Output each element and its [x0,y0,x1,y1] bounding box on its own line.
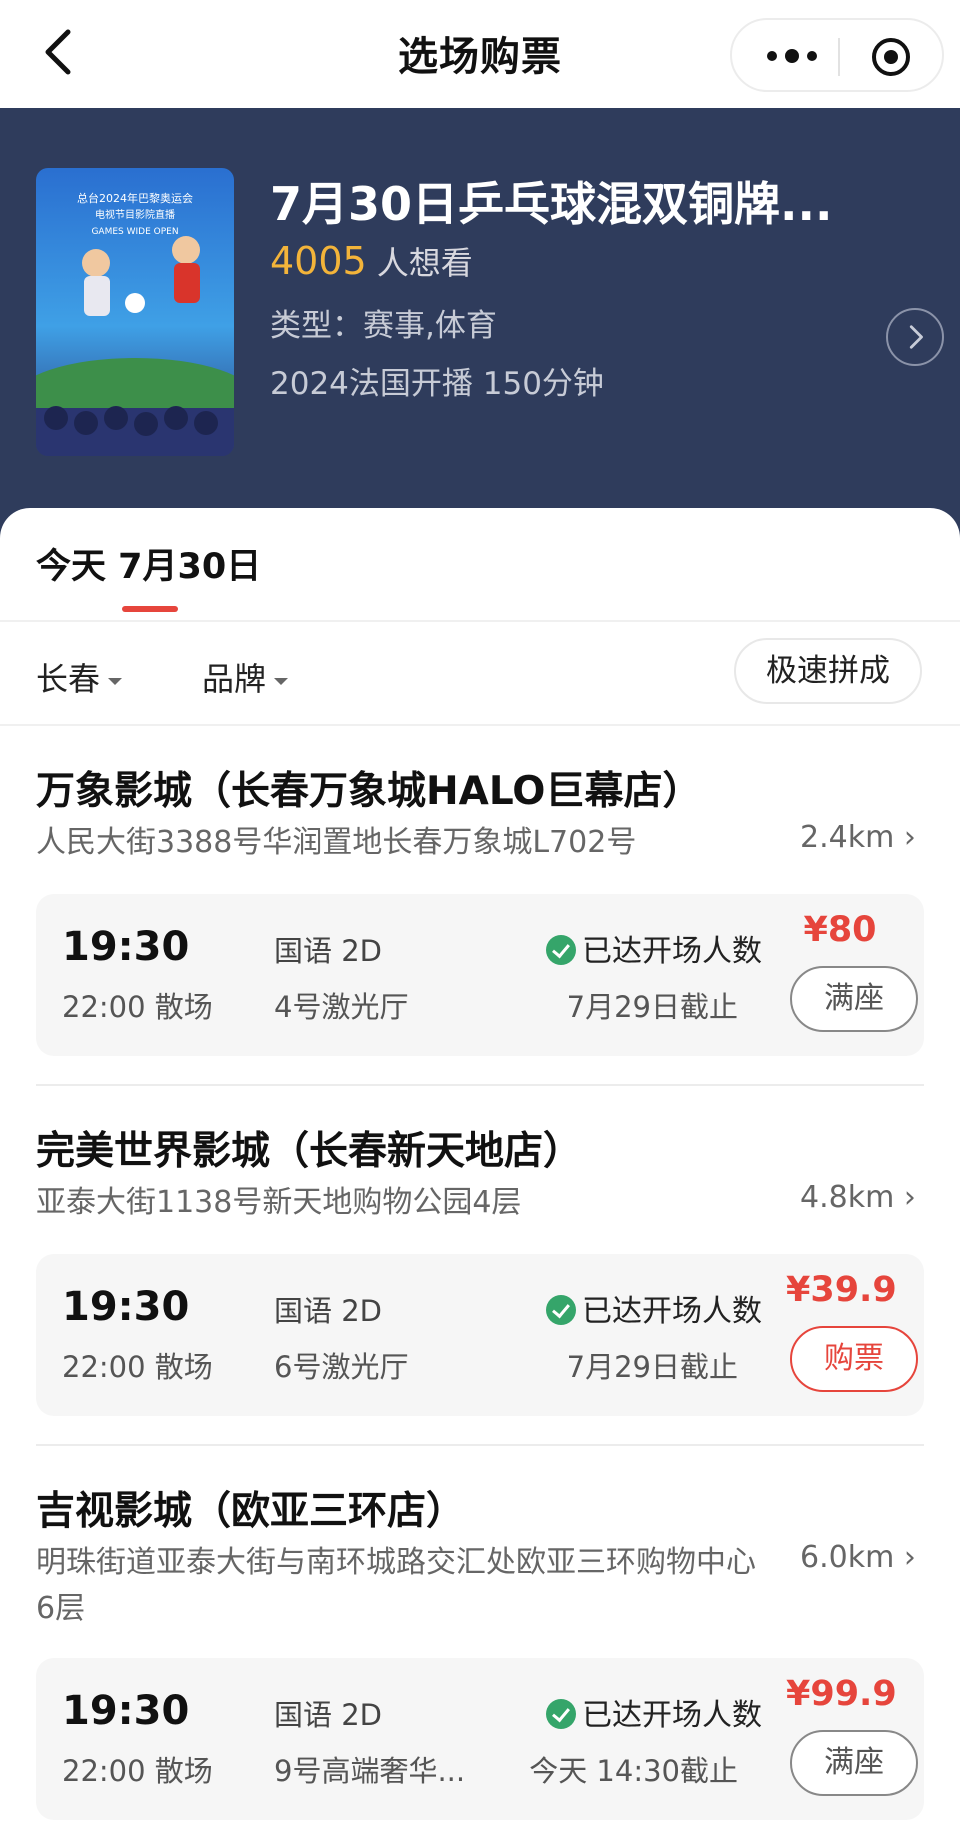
deadline: 今天 14:30截止 [529,1754,738,1788]
city-filter-label: 长春 [36,660,101,698]
distance-value: 4.8km [800,1180,895,1215]
check-circle-icon [546,935,576,965]
divider [36,1444,924,1446]
check-circle-icon [546,1295,576,1325]
status-badge: 已达开场人数 [546,1690,762,1734]
movie-meta: 2024法国开播 150分钟 [270,366,604,402]
more-icon[interactable] [762,38,822,74]
cinema-name: 完美世界影城（长春新天地店） [36,1129,583,1174]
movie-title: 7月30日乒乓球混双铜牌... [270,177,833,231]
brand-filter-label: 品牌 [202,660,267,698]
deadline: 7月29日截止 [566,990,738,1024]
movie-detail-chevron-icon[interactable] [886,308,944,366]
hall-name: 4号激光厅 [274,990,409,1024]
cinema-name: 万象影城（长春万象城HALO巨幕店） [36,769,702,814]
cinema-distance: 2.4km › [800,820,916,855]
showtime-card[interactable]: 19:30 22:00 散场 国语 2D 6号激光厅 已达开场人数 7月29日截… [36,1254,924,1416]
showtime-card[interactable]: 19:30 22:00 散场 国语 2D 9号高端奢华... 已达开场人数 今天… [36,1658,924,1820]
city-filter[interactable]: 长春 [36,654,123,700]
fast-match-button[interactable]: 极速拼成 [734,638,922,704]
start-time: 19:30 [62,924,190,970]
status-badge: 已达开场人数 [546,926,762,970]
status-text: 已达开场人数 [582,934,762,969]
buy-ticket-button[interactable]: 购票 [790,1326,918,1392]
caret-down-icon [108,677,123,685]
movie-genre: 类型：赛事,体育 [270,308,497,344]
distance-value: 2.4km [800,820,895,855]
close-miniprogram-icon[interactable] [870,36,912,78]
language-format: 国语 2D [274,1294,382,1328]
poster-line-1: 总台2024年巴黎奥运会 [77,191,193,205]
cinema-distance: 4.8km › [800,1180,916,1215]
deadline: 7月29日截止 [566,1350,738,1384]
hall-name: 6号激光厅 [274,1350,409,1384]
cinema-distance: 6.0km › [800,1540,916,1575]
brand-filter[interactable]: 品牌 [202,654,289,700]
divider [36,1084,924,1086]
end-time: 22:00 散场 [62,990,213,1024]
poster-line-3: GAMES WIDE OPEN [91,227,178,237]
end-time: 22:00 散场 [62,1350,213,1384]
showtime-card[interactable]: 19:30 22:00 散场 国语 2D 4号激光厅 已达开场人数 7月29日截… [36,894,924,1056]
price: ¥99.9 [786,1674,897,1714]
caret-down-icon [274,677,289,685]
end-time: 22:00 散场 [62,1754,213,1788]
sold-out-button[interactable]: 满座 [790,966,918,1032]
movie-poster[interactable]: 总台2024年巴黎奥运会 电视节目影院直播 GAMES WIDE OPEN [36,168,234,456]
divider [0,620,960,622]
hall-name: 9号高端奢华... [274,1754,466,1788]
top-nav-bar: 选场购票 [0,0,960,108]
start-time: 19:30 [62,1688,190,1734]
capsule-divider [838,38,840,76]
mini-program-capsule [730,18,944,92]
cinema-name: 吉视影城（欧亚三环店） [36,1489,466,1534]
showtimes-sheet: 今天 7月30日 长春 品牌 极速拼成 万象影城（长春万象城HALO巨幕店） 人… [0,508,960,1844]
cinema-address: 明珠街道亚泰大街与南环城路交汇处欧亚三环购物中心6层 [36,1545,756,1626]
sold-out-button[interactable]: 满座 [790,1730,918,1796]
tab-active-indicator [122,606,178,612]
status-badge: 已达开场人数 [546,1286,762,1330]
price: ¥39.9 [786,1270,897,1310]
divider [0,724,960,726]
movie-header: 总台2024年巴黎奥运会 电视节目影院直播 GAMES WIDE OPEN 7月… [0,108,960,538]
poster-line-2: 电视节目影院直播 [95,208,175,221]
distance-value: 6.0km [800,1540,895,1575]
tab-date-today[interactable]: 今天 7月30日 [36,538,261,589]
status-text: 已达开场人数 [582,1294,762,1329]
want-label: 人想看 [376,244,473,282]
cinema-address: 人民大街3388号华润置地长春万象城L702号 [36,825,637,860]
want-to-see: 4005 人想看 [270,238,473,284]
cinema-address: 亚泰大街1138号新天地购物公园4层 [36,1185,522,1220]
language-format: 国语 2D [274,934,382,968]
status-text: 已达开场人数 [582,1698,762,1733]
check-circle-icon [546,1699,576,1729]
want-count: 4005 [270,239,367,283]
price: ¥80 [803,910,877,950]
start-time: 19:30 [62,1284,190,1330]
language-format: 国语 2D [274,1698,382,1732]
